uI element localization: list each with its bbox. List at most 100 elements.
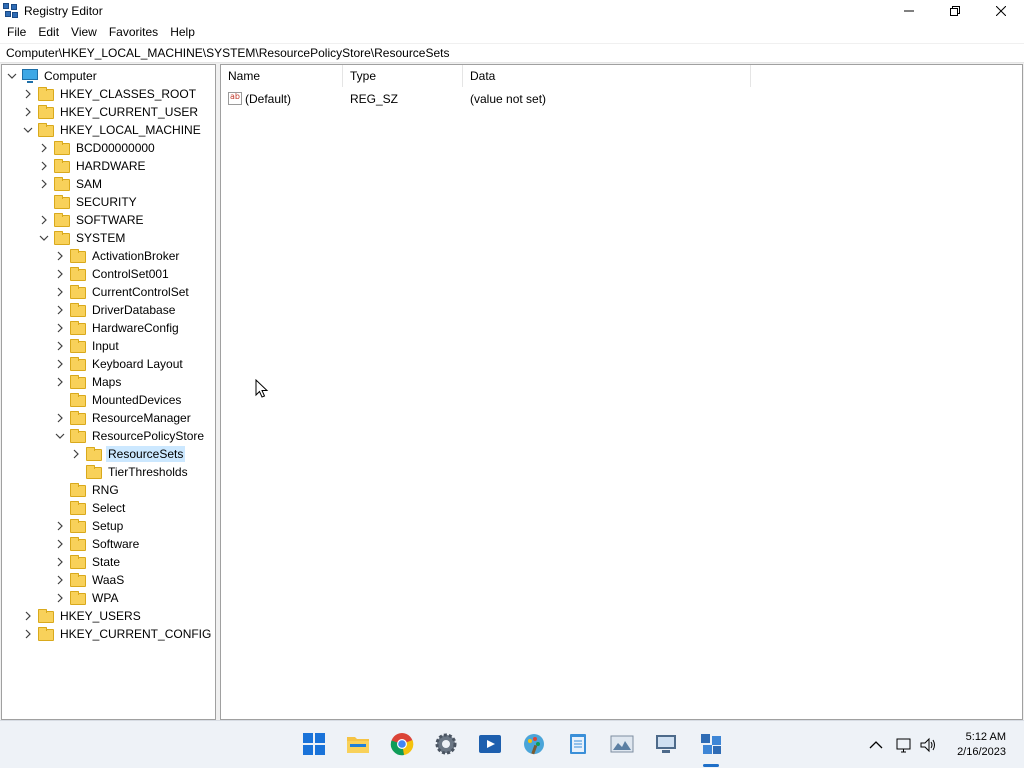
photos-icon[interactable] — [610, 732, 634, 756]
tree-node[interactable]: ControlSet001 — [2, 265, 215, 283]
tree-node[interactable]: SYSTEM — [2, 229, 215, 247]
tree-node[interactable]: HKEY_CLASSES_ROOT — [2, 85, 215, 103]
tree-node[interactable]: HKEY_LOCAL_MACHINE — [2, 121, 215, 139]
title-bar: Registry Editor — [0, 0, 1024, 22]
start-icon[interactable] — [302, 732, 326, 756]
tree-node[interactable]: Keyboard Layout — [2, 355, 215, 373]
chevron-right-icon[interactable] — [54, 535, 66, 553]
tree-node[interactable]: ResourceManager — [2, 409, 215, 427]
folder-icon — [70, 321, 86, 335]
tree-node[interactable]: HardwareConfig — [2, 319, 215, 337]
minimize-button[interactable] — [886, 0, 932, 22]
tree-node[interactable]: DriverDatabase — [2, 301, 215, 319]
taskbar-clock[interactable]: 5:12 AM 2/16/2023 — [957, 730, 1006, 760]
column-header-data[interactable]: Data — [463, 65, 751, 87]
tree-node[interactable]: Software — [2, 535, 215, 553]
tree-node-label: Input — [92, 339, 119, 353]
restore-button[interactable] — [932, 0, 978, 22]
tree-node[interactable]: MountedDevices — [2, 391, 215, 409]
network-icon[interactable] — [894, 735, 914, 755]
tree-node[interactable]: SECURITY — [2, 193, 215, 211]
chevron-right-icon[interactable] — [38, 175, 50, 193]
chrome-icon[interactable] — [390, 732, 414, 756]
tree-node[interactable]: TierThresholds — [2, 463, 215, 481]
close-button[interactable] — [978, 0, 1024, 22]
list-item[interactable]: ab (Default) REG_SZ (value not set) — [221, 89, 1022, 109]
folder-icon — [70, 375, 86, 389]
chevron-right-icon[interactable] — [54, 517, 66, 535]
menu-bar: File Edit View Favorites Help — [0, 22, 1024, 43]
chevron-right-icon[interactable] — [22, 625, 34, 643]
tree-node[interactable]: ResourceSets — [2, 445, 215, 463]
tree-node[interactable]: SOFTWARE — [2, 211, 215, 229]
address-bar[interactable]: Computer\HKEY_LOCAL_MACHINE\SYSTEM\Resou… — [0, 43, 1024, 63]
tree-node[interactable]: HKEY_USERS — [2, 607, 215, 625]
tree-node-label: ResourceManager — [92, 411, 191, 425]
chevron-right-icon[interactable] — [54, 571, 66, 589]
chevron-right-icon[interactable] — [54, 589, 66, 607]
chevron-right-icon[interactable] — [22, 85, 34, 103]
menu-view[interactable]: View — [65, 22, 103, 43]
paint-icon[interactable] — [522, 732, 546, 756]
tree-node[interactable]: ResourcePolicyStore — [2, 427, 215, 445]
menu-file[interactable]: File — [1, 22, 32, 43]
chevron-right-icon[interactable] — [54, 355, 66, 373]
tree-node[interactable]: WaaS — [2, 571, 215, 589]
media-player-icon[interactable] — [478, 732, 502, 756]
tree-node[interactable]: RNG — [2, 481, 215, 499]
registry-editor-icon[interactable] — [699, 732, 723, 756]
chevron-right-icon[interactable] — [54, 319, 66, 337]
tree-node[interactable]: SAM — [2, 175, 215, 193]
chevron-right-icon[interactable] — [54, 553, 66, 571]
tree-node[interactable]: HARDWARE — [2, 157, 215, 175]
chevron-down-icon[interactable] — [54, 427, 66, 445]
tree-node[interactable]: ActivationBroker — [2, 247, 215, 265]
values-list[interactable]: Name Type Data ab (Default) REG_SZ (value… — [220, 64, 1023, 720]
menu-help[interactable]: Help — [164, 22, 201, 43]
chevron-up-icon[interactable] — [866, 735, 886, 755]
chevron-down-icon[interactable] — [38, 229, 50, 247]
chevron-right-icon[interactable] — [54, 337, 66, 355]
chevron-right-icon[interactable] — [54, 247, 66, 265]
file-explorer-icon[interactable] — [346, 732, 370, 756]
registry-tree[interactable]: Computer HKEY_CLASSES_ROOT HKEY_CURRENT_US… — [1, 64, 216, 720]
tree-node[interactable]: HKEY_CURRENT_CONFIG — [2, 625, 215, 643]
tree-node-label: BCD00000000 — [76, 141, 155, 155]
chevron-right-icon[interactable] — [54, 301, 66, 319]
chevron-right-icon[interactable] — [38, 157, 50, 175]
value-type: REG_SZ — [350, 92, 399, 106]
chevron-right-icon[interactable] — [54, 409, 66, 427]
chevron-down-icon[interactable] — [22, 121, 34, 139]
tree-node[interactable]: Input — [2, 337, 215, 355]
tree-node[interactable]: Select — [2, 499, 215, 517]
tree-node[interactable]: State — [2, 553, 215, 571]
menu-edit[interactable]: Edit — [32, 22, 65, 43]
chevron-right-icon[interactable] — [22, 607, 34, 625]
tree-node-label: HKEY_CLASSES_ROOT — [60, 87, 197, 101]
tree-node[interactable]: Computer — [2, 67, 215, 85]
tree-node-label: ControlSet001 — [92, 267, 169, 281]
volume-icon[interactable] — [918, 735, 938, 755]
tree-node[interactable]: HKEY_CURRENT_USER — [2, 103, 215, 121]
chevron-right-icon[interactable] — [54, 283, 66, 301]
chevron-right-icon[interactable] — [70, 445, 82, 463]
settings-icon[interactable] — [434, 732, 458, 756]
column-header-name[interactable]: Name — [221, 65, 343, 87]
tree-node[interactable]: CurrentControlSet — [2, 283, 215, 301]
tree-node[interactable]: Setup — [2, 517, 215, 535]
chevron-right-icon[interactable] — [22, 103, 34, 121]
notepad-icon[interactable] — [566, 732, 590, 756]
menu-favorites[interactable]: Favorites — [103, 22, 164, 43]
tree-node[interactable]: Maps — [2, 373, 215, 391]
chevron-right-icon[interactable] — [54, 265, 66, 283]
tree-node-label: HKEY_CURRENT_USER — [60, 105, 199, 119]
chevron-right-icon[interactable] — [38, 211, 50, 229]
chevron-down-icon[interactable] — [6, 67, 18, 85]
column-header-type[interactable]: Type — [343, 65, 463, 87]
chevron-right-icon[interactable] — [54, 373, 66, 391]
chevron-right-icon[interactable] — [38, 139, 50, 157]
tree-node[interactable]: BCD00000000 — [2, 139, 215, 157]
remote-desktop-icon[interactable] — [654, 732, 678, 756]
tree-node[interactable]: WPA — [2, 589, 215, 607]
